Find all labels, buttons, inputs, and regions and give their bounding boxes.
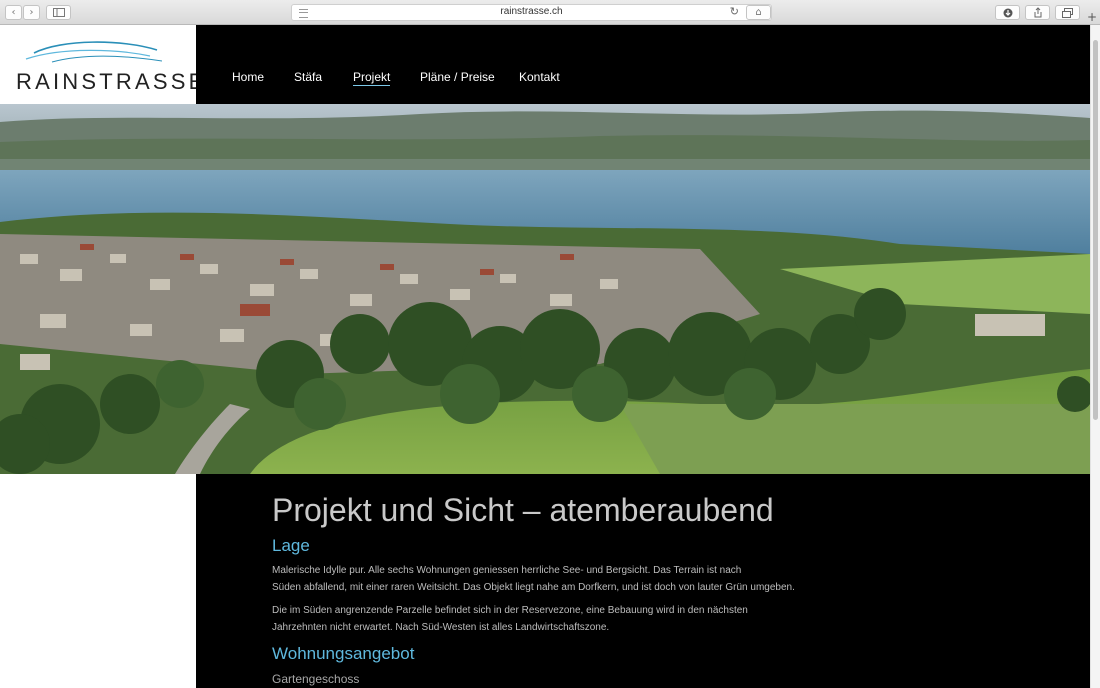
page-title: Projekt und Sicht – atemberaubend — [272, 492, 774, 528]
web-page: RAINSTRASSE Home Stäfa Projekt Pläne / P… — [0, 25, 1090, 688]
new-tab-icon[interactable]: + — [1087, 10, 1097, 24]
main-navigation: Home Stäfa Projekt Pläne / Preise Kontak… — [196, 25, 1090, 104]
chevron-left-icon[interactable]: ‹ — [5, 5, 22, 20]
logo-swoosh-icon — [25, 41, 162, 63]
page-scrollbar[interactable] — [1090, 25, 1100, 688]
home-icon[interactable]: ⌂ — [746, 5, 771, 20]
section-title-wohnungsangebot: Wohnungsangebot — [272, 644, 415, 663]
nav-item-kontakt[interactable]: Kontakt — [519, 70, 560, 84]
download-icon[interactable] — [995, 5, 1020, 20]
paragraph-line: Die im Süden angrenzende Parzelle befind… — [272, 605, 748, 616]
paragraph-line: Malerische Idylle pur. Alle sechs Wohnun… — [272, 565, 742, 576]
nav-item-home[interactable]: Home — [232, 70, 264, 84]
nav-item-staefa[interactable]: Stäfa — [294, 70, 322, 84]
sidebar-toggle-icon[interactable] — [46, 5, 71, 20]
logo[interactable]: RAINSTRASSE — [0, 25, 203, 104]
subsection-title-gartengeschoss: Gartengeschoss — [272, 672, 360, 686]
nav-item-projekt[interactable]: Projekt — [353, 70, 391, 86]
reload-icon[interactable]: ↻ — [730, 5, 739, 18]
scrollbar-thumb[interactable] — [1093, 40, 1098, 420]
share-icon[interactable] — [1025, 5, 1050, 20]
url-text: rainstrasse.ch — [500, 6, 563, 17]
section-title-lage: Lage — [272, 536, 310, 555]
tabs-icon[interactable] — [1055, 5, 1080, 20]
paragraph-line: Süden abfallend, mit einer raren Weitsic… — [272, 582, 795, 593]
logo-text: RAINSTRASSE — [16, 69, 207, 94]
address-bar[interactable]: rainstrasse.ch ↻ — [291, 4, 772, 21]
paragraph-line: Jahrzehnten nicht erwartet. Nach Süd-Wes… — [272, 622, 610, 633]
content-section: Projekt und Sicht – atemberaubend Lage M… — [196, 474, 1090, 688]
browser-toolbar: ‹ › rainstrasse.ch ↻ ⌂ + — [0, 0, 1100, 25]
hero-landscape-image — [0, 104, 1090, 474]
nav-item-plaene-preise[interactable]: Pläne / Preise — [420, 70, 495, 84]
chevron-right-icon[interactable]: › — [23, 5, 40, 20]
